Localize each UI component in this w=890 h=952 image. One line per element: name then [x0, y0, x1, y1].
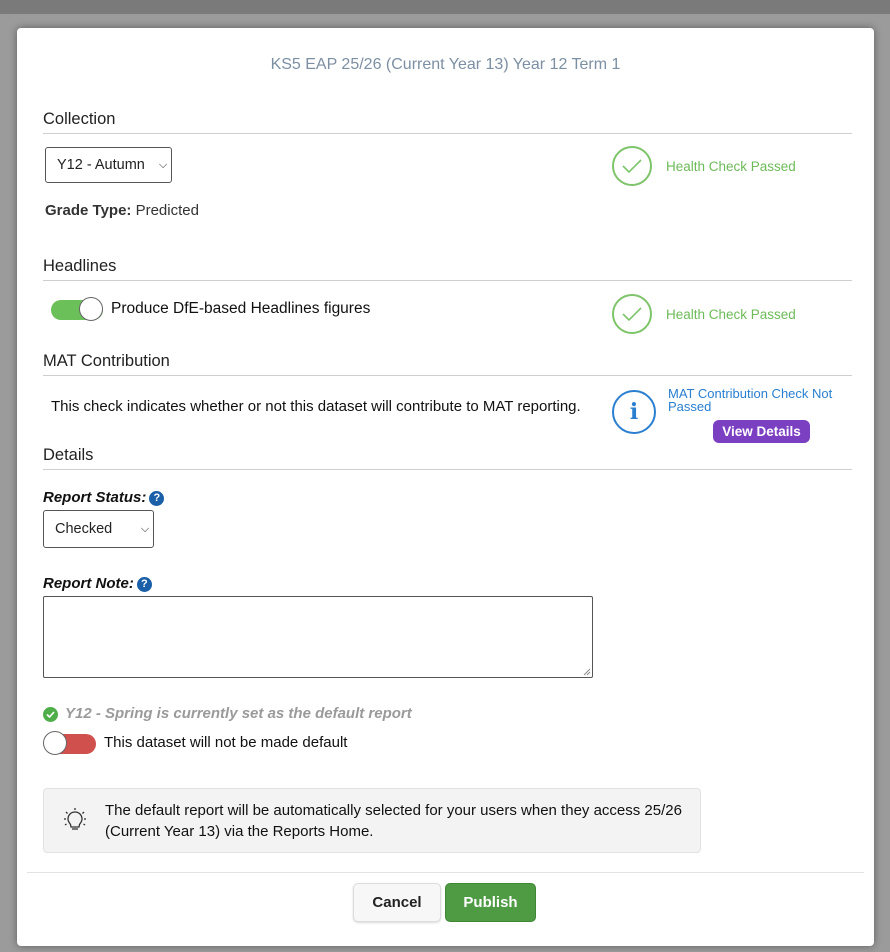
mat-heading: MAT Contribution: [43, 352, 852, 376]
headlines-heading: Headlines: [43, 257, 852, 281]
cancel-button[interactable]: Cancel: [353, 883, 441, 922]
collection-select[interactable]: Y12 - Autumn ⌵: [45, 147, 172, 183]
collection-health-check: Health Check Passed: [612, 146, 796, 186]
check-circle-icon: [612, 294, 652, 334]
report-note-label-text: Report Note:: [43, 575, 134, 592]
report-note-label: Report Note:?: [43, 575, 152, 592]
health-check-text: Health Check Passed: [666, 158, 796, 174]
report-note-textarea[interactable]: [43, 596, 593, 678]
info-box: The default report will be automatically…: [43, 788, 701, 853]
question-circle-icon[interactable]: ?: [149, 491, 165, 506]
chevron-down-icon: ⌵: [158, 158, 168, 171]
report-status-value: Checked: [55, 521, 113, 537]
headlines-toggle[interactable]: [51, 297, 103, 321]
report-status-label-text: Report Status:: [43, 489, 147, 506]
publish-button[interactable]: Publish: [445, 883, 536, 922]
mat-status-text: MAT Contribution Check Not Passed: [668, 386, 833, 414]
report-status-label: Report Status:?: [43, 489, 165, 506]
resize-grip-icon[interactable]: [583, 668, 591, 676]
lightbulb-icon: [64, 808, 86, 830]
check-badge-icon: [43, 707, 58, 722]
modal-title: KS5 EAP 25/26 (Current Year 13) Year 12 …: [270, 56, 621, 73]
details-heading: Details: [43, 446, 852, 470]
info-box-text: The default report will be automatically…: [105, 802, 682, 840]
toggle-knob: [43, 731, 67, 755]
publish-modal: KS5 EAP 25/26 (Current Year 13) Year 12 …: [17, 28, 874, 946]
info-circle-icon: i: [612, 390, 656, 434]
default-toggle-label: This dataset will not be made default: [104, 734, 348, 751]
collection-heading: Collection: [43, 110, 852, 134]
default-notice-text: Y12 - Spring is currently set as the def…: [65, 705, 412, 722]
headlines-health-check: Health Check Passed: [612, 294, 796, 334]
collection-select-value: Y12 - Autumn: [57, 157, 145, 173]
grade-type-value: Predicted: [135, 202, 199, 219]
report-status-select[interactable]: Checked ⌵: [43, 510, 154, 548]
headlines-toggle-label: Produce DfE-based Headlines figures: [111, 300, 371, 317]
toggle-knob: [79, 297, 103, 321]
details-heading-text: Details: [43, 446, 94, 464]
grade-type-label: Grade Type:: [45, 202, 132, 219]
default-toggle[interactable]: [43, 731, 96, 755]
view-details-button[interactable]: View Details: [713, 420, 810, 443]
check-circle-icon: [612, 146, 652, 186]
chevron-down-icon: ⌵: [140, 522, 150, 535]
grade-type: Grade Type: Predicted: [45, 202, 199, 219]
footer-divider: [27, 872, 864, 873]
health-check-text: Health Check Passed: [666, 306, 796, 322]
mat-description: This check indicates whether or not this…: [51, 398, 581, 415]
question-circle-icon[interactable]: ?: [136, 577, 152, 592]
